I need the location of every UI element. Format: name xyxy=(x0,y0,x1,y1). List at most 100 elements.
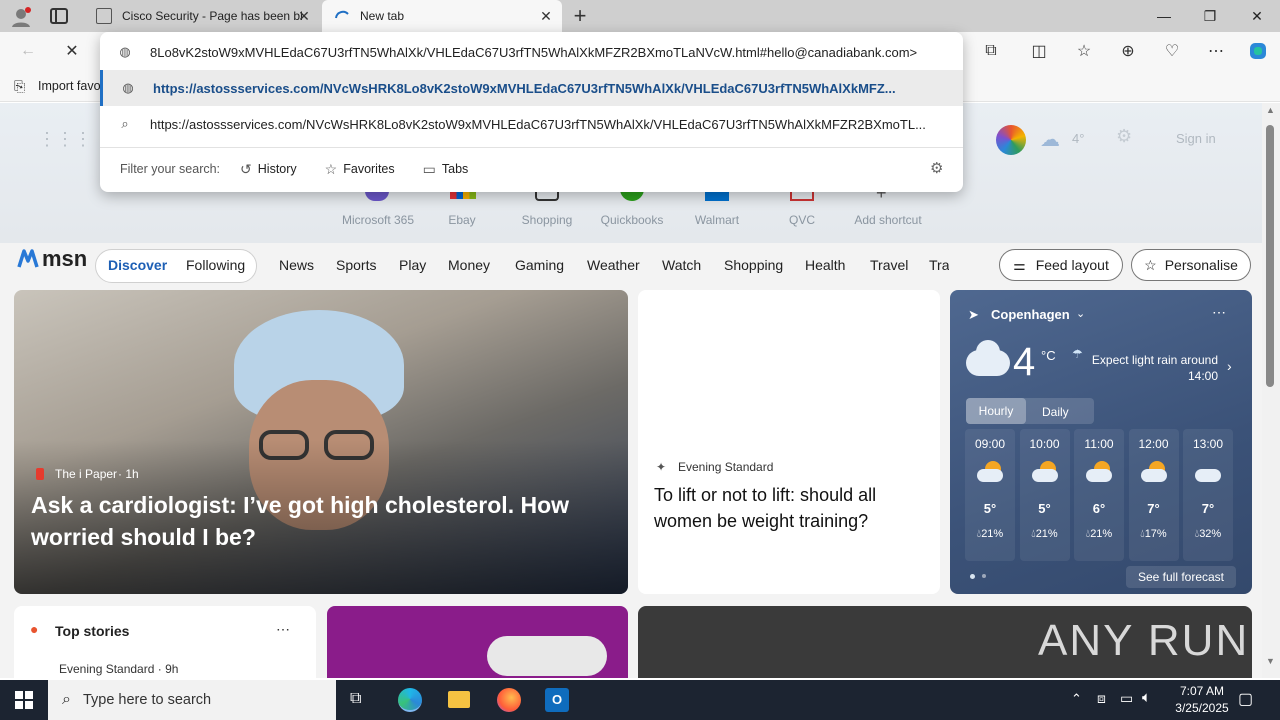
tab-actions-icon[interactable] xyxy=(50,8,68,24)
scroll-thumb[interactable] xyxy=(1266,125,1274,387)
nav-money[interactable]: Money xyxy=(448,257,490,273)
rain-cloud-icon: ☂ xyxy=(1072,347,1083,361)
address-dropdown: ◍ <8Lo8vK2stoW9xMVHLEdaC67U3rfTN5WhAlXk/… xyxy=(100,32,963,192)
tab-cisco-security[interactable]: Cisco Security - Page has been bl ✕ xyxy=(84,0,320,32)
tab-title: Cisco Security - Page has been bl xyxy=(122,9,303,23)
address-bar[interactable]: ◍ <8Lo8vK2stoW9xMVHLEdaC67U3rfTN5WhAlXk/… xyxy=(100,34,963,70)
personalise-button[interactable]: ☆ Personalise xyxy=(1131,249,1251,281)
copilot-icon[interactable] xyxy=(1244,37,1272,65)
sign-in-link[interactable]: Sign in xyxy=(1176,131,1216,146)
nav-travel[interactable]: Travel xyxy=(870,257,908,273)
close-window-button[interactable]: ✕ xyxy=(1234,0,1280,32)
tab-new-tab[interactable]: New tab ✕ xyxy=(322,0,562,32)
article-title[interactable]: To lift or not to lift: should all women… xyxy=(654,482,929,534)
see-full-forecast-button[interactable]: See full forecast xyxy=(1126,566,1236,588)
add-shortcut[interactable]: Add shortcut xyxy=(848,213,928,227)
nav-health[interactable]: Health xyxy=(805,257,845,273)
outlook-icon[interactable]: O xyxy=(545,688,569,712)
filter-favorites-label: Favorites xyxy=(343,162,395,176)
history-icon: ↺ xyxy=(240,160,252,177)
nav-shopping[interactable]: Shopping xyxy=(724,257,783,273)
feed-layout-button[interactable]: ⚌ Feed layout xyxy=(999,249,1123,281)
profile-icon[interactable] xyxy=(10,6,32,28)
performance-icon[interactable]: ♡ xyxy=(1158,37,1186,65)
file-explorer-icon[interactable] xyxy=(448,691,470,708)
hero-title[interactable]: Ask a cardiologist: I’ve got high choles… xyxy=(31,489,601,553)
settings-icon[interactable]: ⚙ xyxy=(1116,126,1132,147)
suggestion-row[interactable]: ◍ https://astossservices.com/NVcWsHRK8Lo… xyxy=(100,70,963,106)
nav-traffic[interactable]: Tra xyxy=(929,257,949,273)
task-view-icon[interactable]: ⧉ xyxy=(350,690,361,708)
taskbar-search[interactable]: ⌕ Type here to search xyxy=(48,680,336,720)
filter-favorites[interactable]: ☆ Favorites xyxy=(325,161,395,178)
tab-following[interactable]: Following xyxy=(186,257,245,273)
hour-rain: 💧︎32% xyxy=(1183,528,1233,541)
shortcut-quickbooks[interactable]: Quickbooks xyxy=(592,213,672,227)
wifi-icon[interactable]: ▭ xyxy=(1120,690,1133,707)
search-placeholder: Type here to search xyxy=(82,692,212,708)
scroll-up-icon[interactable]: ▲ xyxy=(1266,105,1275,115)
nav-watch[interactable]: Watch xyxy=(662,257,701,273)
split-screen-icon[interactable]: ◫ xyxy=(1025,37,1053,65)
firefox-icon[interactable] xyxy=(497,688,521,712)
nav-weather[interactable]: Weather xyxy=(587,257,640,273)
weather-card[interactable]: ➤ Copenhagen ⌄ ⋯ 4 °C ☂ Expect light rai… xyxy=(950,290,1252,594)
back-icon[interactable]: ← xyxy=(14,37,42,65)
edge-icon[interactable] xyxy=(398,688,422,712)
nav-play[interactable]: Play xyxy=(399,257,426,273)
nav-gaming[interactable]: Gaming xyxy=(515,257,564,273)
tab-discover[interactable]: Discover xyxy=(108,257,167,273)
more-options-icon[interactable]: ⋯ xyxy=(276,621,290,638)
shortcut-shopping[interactable]: Shopping xyxy=(507,213,587,227)
apps-icon[interactable]: ⋮⋮⋮ xyxy=(38,129,92,150)
volume-icon[interactable]: 🔈︎ xyxy=(1142,689,1151,706)
msn-logo[interactable]: msn xyxy=(16,246,87,272)
weather-city[interactable]: Copenhagen xyxy=(991,307,1070,322)
close-tab-icon[interactable]: ✕ xyxy=(296,8,312,24)
favorites-icon[interactable]: ☆ xyxy=(1070,37,1098,65)
chevron-right-icon[interactable]: › xyxy=(1227,358,1232,374)
suggestion-row[interactable]: ⌕ https://astossservices.com/NVcWsHRK8Lo… xyxy=(100,106,963,142)
start-windows-icon[interactable] xyxy=(15,691,33,709)
restore-button[interactable]: ❐ xyxy=(1187,0,1233,32)
hour-time: 09:00 xyxy=(974,437,1006,451)
clock-date[interactable]: 3/25/2025 xyxy=(1166,701,1238,715)
article-card[interactable]: ✦ Evening Standard To lift or not to lif… xyxy=(638,290,940,594)
import-icon[interactable]: ⎘ xyxy=(14,78,25,95)
more-options-icon[interactable]: ⋯ xyxy=(1212,304,1226,321)
notifications-icon[interactable]: ▢ xyxy=(1238,689,1253,709)
chevron-up-icon[interactable]: ⌃ xyxy=(1071,691,1082,707)
shortcut-walmart[interactable]: Walmart xyxy=(677,213,757,227)
extensions-icon[interactable]: ⧉ xyxy=(977,37,1005,65)
filter-tabs[interactable]: ▭ Tabs xyxy=(423,161,469,178)
hero-article-card[interactable]: The i Paper · 1h Ask a cardiologist: I’v… xyxy=(14,290,628,594)
filter-history[interactable]: ↺ History xyxy=(240,161,297,178)
hour-rain: 💧︎21% xyxy=(1074,528,1124,541)
stop-loading-icon[interactable]: ✕ xyxy=(58,37,86,65)
clock-time[interactable]: 7:07 AM xyxy=(1172,684,1232,698)
minimize-button[interactable]: — xyxy=(1141,0,1187,32)
video-card[interactable]: ANY RUN xyxy=(638,606,1252,678)
import-favorites-link[interactable]: Import favo xyxy=(38,79,101,93)
new-tab-button[interactable]: + xyxy=(568,4,592,28)
nav-sports[interactable]: Sports xyxy=(336,257,376,273)
shortcut-microsoft-365[interactable]: Microsoft 365 xyxy=(338,213,418,227)
settings-icon[interactable]: ⚙ xyxy=(930,159,943,177)
chevron-down-icon[interactable]: ⌄ xyxy=(1076,307,1085,320)
tab-daily[interactable]: Daily xyxy=(1042,405,1069,419)
hour-temp: 7° xyxy=(1201,501,1215,516)
network-icon[interactable]: ⧈ xyxy=(1097,690,1106,707)
more-icon[interactable]: ⋯ xyxy=(1202,37,1230,65)
tab-hourly[interactable]: Hourly xyxy=(966,398,1026,424)
shortcut-qvc[interactable]: QVC xyxy=(762,213,842,227)
search-icon: ⌕ xyxy=(62,691,71,708)
address-input[interactable]: <8Lo8vK2stoW9xMVHLEdaC67U3rfTN5WhAlXk/VH… xyxy=(150,45,945,60)
nav-news[interactable]: News xyxy=(279,257,314,273)
collections-icon[interactable]: ⊕ xyxy=(1114,37,1142,65)
close-tab-icon[interactable]: ✕ xyxy=(538,8,554,24)
scroll-down-icon[interactable]: ▼ xyxy=(1266,656,1275,666)
drone-article-card[interactable] xyxy=(327,606,628,678)
copilot-avatar-icon[interactable] xyxy=(996,125,1026,155)
page-scrollbar[interactable]: ▲ ▼ xyxy=(1262,103,1280,678)
shortcut-ebay[interactable]: Ebay xyxy=(422,213,502,227)
